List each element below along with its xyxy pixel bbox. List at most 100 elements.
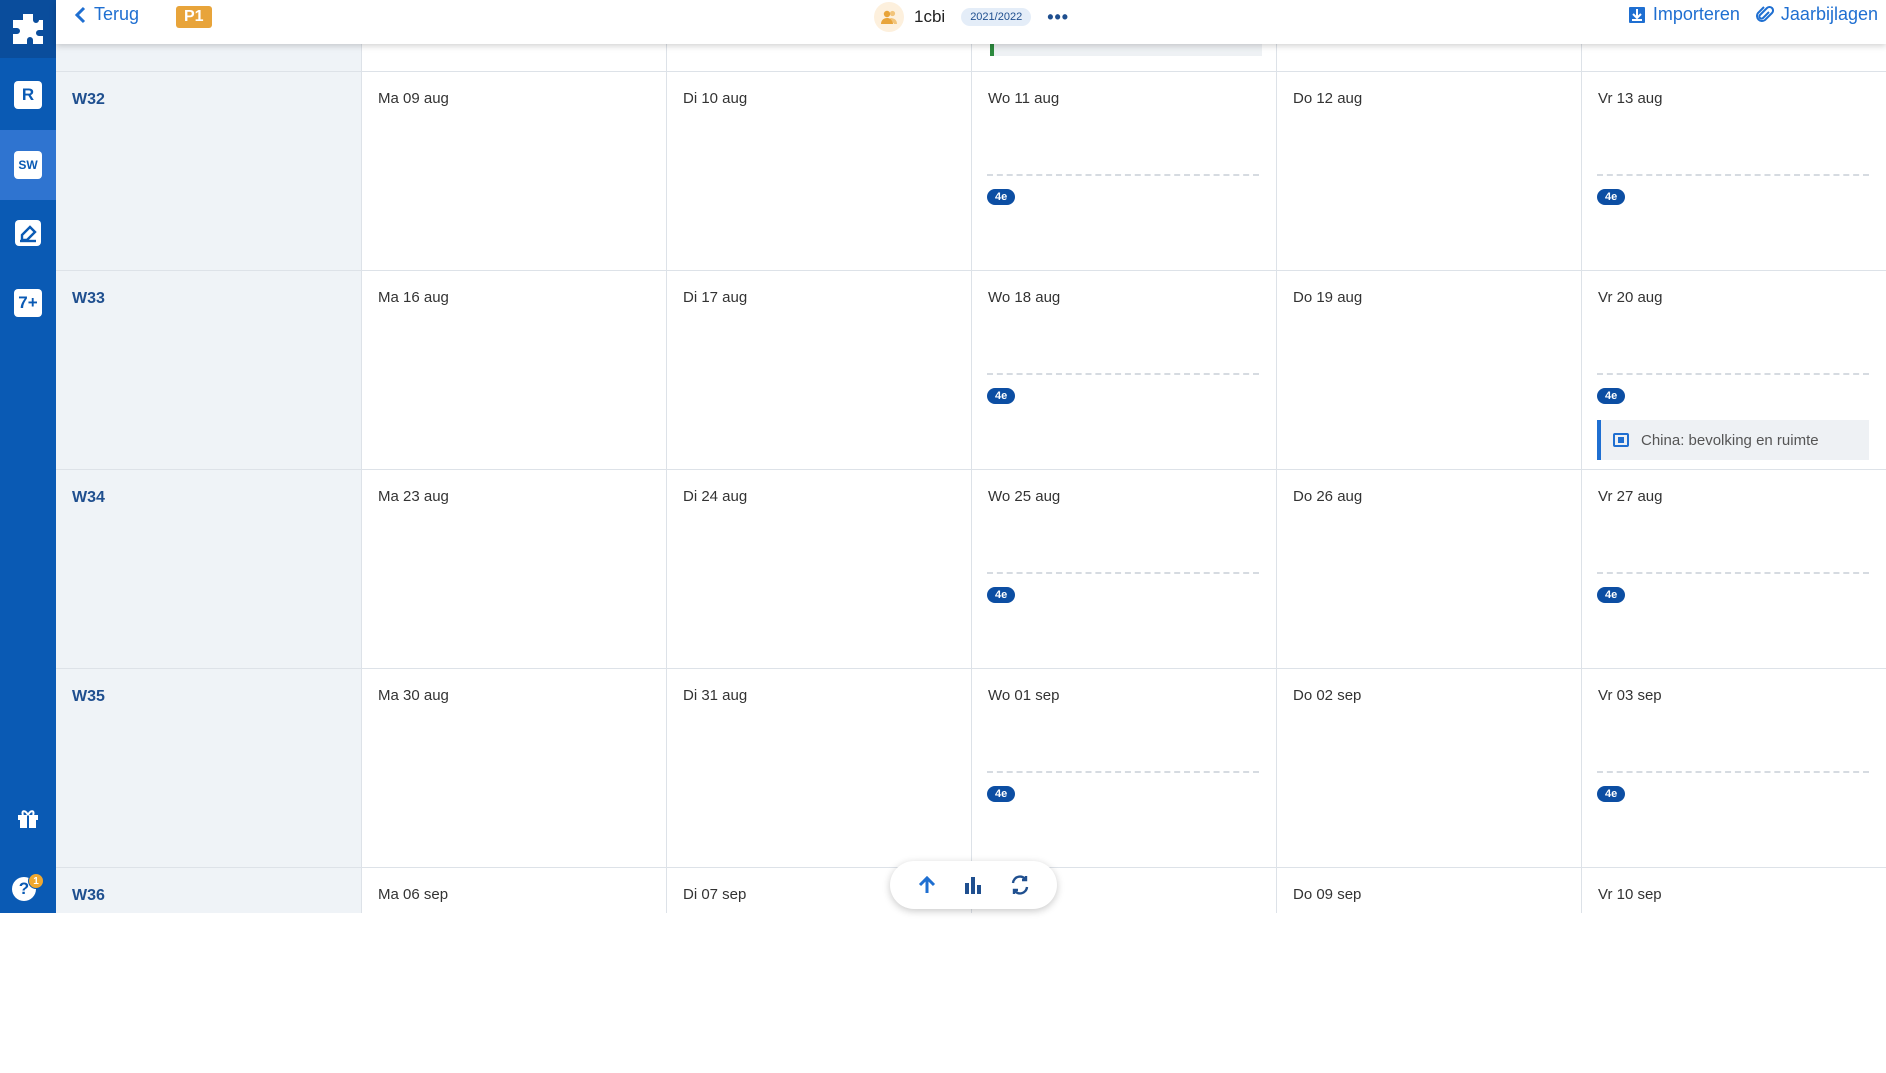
import-button[interactable]: Importeren	[1628, 4, 1740, 25]
more-options-button[interactable]: •••	[1047, 7, 1069, 28]
day-cell[interactable]: Vr 13 aug 4e	[1581, 78, 1886, 277]
paperclip-icon	[1755, 5, 1774, 22]
sync-icon	[1011, 875, 1029, 895]
day-cell[interactable]: Vr 10 sep	[1581, 874, 1886, 1073]
day-label: Di 24 aug	[683, 488, 748, 505]
divider	[987, 771, 1259, 773]
lesson-icon	[1613, 433, 1629, 447]
day-label: Vr 27 aug	[1598, 488, 1663, 505]
day-cell[interactable]: Vr 20 aug 4e China: bevolking en ruimte	[1581, 277, 1886, 476]
day-label: Do 09 sep	[1293, 886, 1362, 903]
day-cell[interactable]: Do 09 sep	[1276, 874, 1581, 1073]
level-badge[interactable]: 4e	[1597, 587, 1626, 603]
day-label: Ma 09 aug	[378, 90, 449, 107]
day-cell[interactable]: Ma 06 sep	[361, 874, 666, 1073]
day-cell[interactable]: Do 12 aug	[1276, 78, 1581, 277]
rail-item-gift[interactable]	[0, 783, 56, 853]
week-row: W35 Ma 30 aug Di 31 aug Wo 01 sep 4e Do …	[56, 675, 1886, 874]
divider	[987, 373, 1259, 375]
day-cell[interactable]: Ma 16 aug	[361, 277, 666, 476]
level-badge[interactable]: 4e	[1597, 189, 1626, 205]
day-cell[interactable]: Do 19 aug	[1276, 277, 1581, 476]
divider	[1597, 373, 1869, 375]
day-label: Di 07 sep	[683, 886, 747, 903]
week-label: W36	[72, 887, 105, 904]
day-cell[interactable]: Vr 03 sep 4e	[1581, 675, 1886, 874]
day-cell[interactable]: Wo 01 sep 4e	[971, 675, 1276, 874]
lesson-title: China: bevolking en ruimte	[1641, 431, 1819, 449]
day-label: Di 31 aug	[683, 687, 748, 704]
day-label: Di 17 aug	[683, 289, 748, 306]
level-badge[interactable]: 4e	[987, 587, 1016, 603]
day-cell[interactable]: Do 02 sep	[1276, 675, 1581, 874]
day-cell[interactable]: Do 26 aug	[1276, 476, 1581, 675]
bar-chart-icon	[965, 877, 982, 894]
week-label: W34	[72, 489, 105, 506]
day-label: Wo 01 sep	[988, 687, 1060, 704]
day-cell[interactable]: Wo 11 aug 4e	[971, 78, 1276, 277]
day-label: Vr 20 aug	[1598, 289, 1663, 306]
divider	[1597, 572, 1869, 574]
level-badge[interactable]: 4e	[1597, 786, 1626, 802]
level-badge[interactable]: 4e	[987, 786, 1016, 802]
day-label: Wo 25 aug	[988, 488, 1061, 505]
rail-item-grades[interactable]: 7+	[0, 268, 56, 338]
eraser-board-icon	[15, 220, 41, 246]
day-cell[interactable]: Wo 25 aug 4e	[971, 476, 1276, 675]
day-label: Ma 16 aug	[378, 289, 449, 306]
day-label: Do 26 aug	[1293, 488, 1363, 505]
day-cell[interactable]: Wo 18 aug 4e	[971, 277, 1276, 476]
day-cell[interactable]: Di 17 aug	[666, 277, 971, 476]
day-label: Wo 11 aug	[988, 90, 1060, 107]
week-row: W33 Ma 16 aug Di 17 aug Wo 18 aug 4e Do …	[56, 277, 1886, 476]
rail-item-board[interactable]	[0, 198, 56, 268]
rail-item-studiewijzer[interactable]: SW	[0, 130, 56, 200]
divider	[1597, 174, 1869, 176]
week-label: W35	[72, 688, 105, 705]
floating-toolbar	[890, 861, 1057, 909]
day-label: Do 12 aug	[1293, 90, 1363, 107]
chevron-left-icon	[74, 6, 86, 23]
day-label: Ma 23 aug	[378, 488, 449, 505]
sync-button[interactable]	[1005, 870, 1035, 900]
day-cell[interactable]: Vr 27 aug 4e	[1581, 476, 1886, 675]
gift-icon	[18, 810, 38, 828]
week-label: W32	[72, 91, 105, 108]
download-icon	[1628, 6, 1645, 23]
day-label: Ma 06 sep	[378, 886, 449, 903]
notification-badge: 1	[28, 873, 44, 889]
school-year-pill[interactable]: 2021/2022	[961, 8, 1032, 26]
puzzle-logo-icon	[13, 14, 43, 44]
left-navigation-rail: R SW 7+ ? 1	[0, 0, 56, 913]
statistics-button[interactable]	[958, 870, 988, 900]
rail-item-rooster[interactable]: R	[0, 60, 56, 130]
top-actions: Importeren Jaarbijlagen	[1628, 4, 1878, 25]
level-badge[interactable]: 4e	[1597, 388, 1626, 404]
day-cell[interactable]: Ma 30 aug	[361, 675, 666, 874]
lesson-card[interactable]: China: bevolking en ruimte	[1597, 420, 1869, 460]
group-selector[interactable]: 1cbi 2021/2022 •••	[874, 2, 1069, 32]
app-logo[interactable]	[0, 0, 56, 58]
attachments-button[interactable]: Jaarbijlagen	[1755, 4, 1878, 25]
scroll-to-top-button[interactable]	[912, 870, 942, 900]
group-name: 1cbi	[914, 7, 946, 26]
back-button[interactable]: Terug	[74, 4, 139, 25]
divider	[987, 174, 1259, 176]
day-cell[interactable]: Ma 09 aug	[361, 78, 666, 277]
day-cell[interactable]: Ma 23 aug	[361, 476, 666, 675]
day-label: Do 02 sep	[1293, 687, 1362, 704]
week-row: W32 Ma 09 aug Di 10 aug Wo 11 aug 4e Do …	[56, 78, 1886, 277]
day-cell[interactable]: Di 24 aug	[666, 476, 971, 675]
week-row: W34 Ma 23 aug Di 24 aug Wo 25 aug 4e Do …	[56, 476, 1886, 675]
day-cell[interactable]: Di 31 aug	[666, 675, 971, 874]
day-label: Do 19 aug	[1293, 289, 1363, 306]
level-badge[interactable]: 4e	[987, 189, 1016, 205]
day-cell[interactable]: Di 10 aug	[666, 78, 971, 277]
group-icon	[874, 2, 904, 32]
level-badge[interactable]: 4e	[987, 388, 1016, 404]
help-button[interactable]: ? 1	[8, 873, 48, 905]
studywijzer-icon: SW	[14, 151, 42, 179]
week-label: W33	[72, 290, 105, 307]
day-label: Vr 03 sep	[1598, 687, 1662, 704]
divider	[1597, 771, 1869, 773]
